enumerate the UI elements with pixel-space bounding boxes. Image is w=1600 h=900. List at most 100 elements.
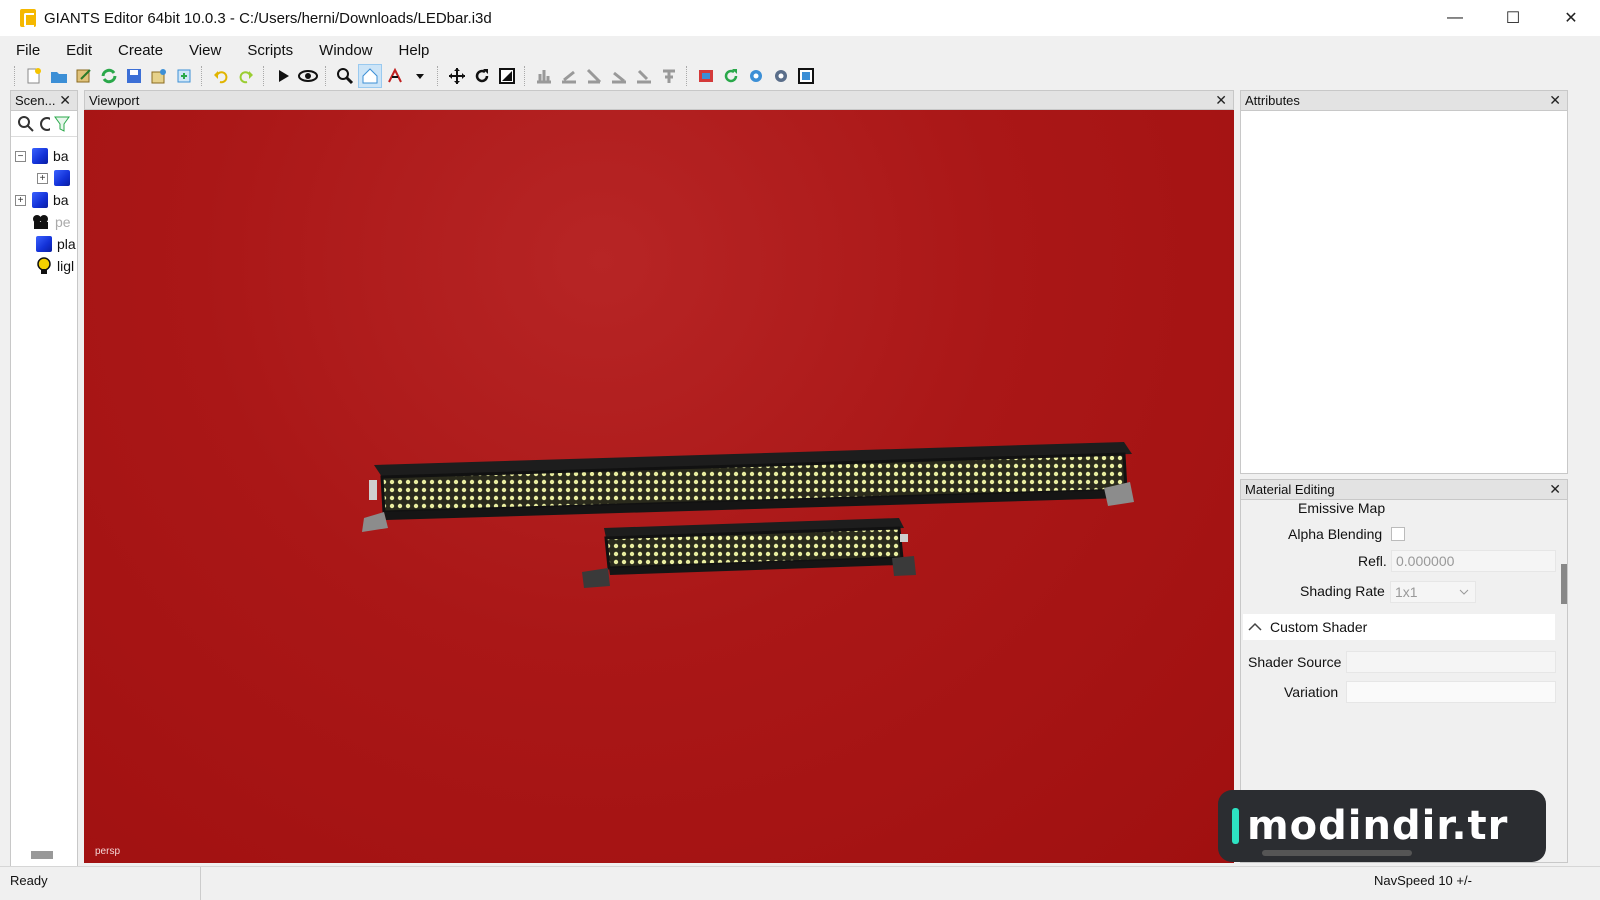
scale-icon[interactable]: [495, 64, 519, 88]
search-options-icon[interactable]: [38, 115, 50, 133]
attributes-close-button[interactable]: ✕: [1549, 92, 1561, 109]
snap-icon[interactable]: [582, 64, 606, 88]
expand-icon[interactable]: +: [37, 172, 48, 184]
short-led-bar: [582, 518, 916, 588]
cube-icon: [54, 170, 70, 186]
status-message: Ready: [10, 873, 48, 888]
led-bar-models: [362, 442, 1134, 588]
rotate-icon[interactable]: [470, 64, 494, 88]
snap-2-icon[interactable]: [607, 64, 631, 88]
toolbar-separator: [325, 66, 329, 86]
toolbar-separator: [14, 66, 18, 86]
tree-node-label: ligl: [57, 258, 75, 274]
tree-node[interactable]: ligl: [36, 255, 74, 277]
reload-icon[interactable]: [719, 64, 743, 88]
eye-icon[interactable]: [296, 64, 320, 88]
settings-2-icon[interactable]: [769, 64, 793, 88]
tree-node-label: ba: [53, 192, 69, 208]
open-folder-icon[interactable]: [47, 64, 71, 88]
custom-shader-label: Custom Shader: [1270, 619, 1368, 635]
window-controls: — ☐ ✕: [1426, 0, 1600, 36]
toolbar-separator: [524, 66, 528, 86]
refresh-icon[interactable]: [97, 64, 121, 88]
watermark-text: modindir.tr: [1247, 803, 1509, 849]
main-toolbar: [10, 62, 1600, 90]
shading-rate-select[interactable]: 1x1: [1390, 581, 1476, 603]
tree-node[interactable]: pla: [32, 233, 76, 255]
tree-node[interactable]: + ba: [15, 189, 69, 211]
search-icon[interactable]: [17, 115, 35, 133]
dropdown-icon[interactable]: [408, 64, 432, 88]
watermark-accent-bar: [1232, 808, 1239, 844]
snap-3-icon[interactable]: [632, 64, 656, 88]
tree-node-label: ba: [53, 148, 69, 164]
menu-window[interactable]: Window: [311, 42, 372, 59]
redo-icon[interactable]: [234, 64, 258, 88]
edit-icon[interactable]: [72, 64, 96, 88]
toolbar-separator: [437, 66, 441, 86]
menu-create[interactable]: Create: [110, 42, 163, 59]
window-title: GIANTS Editor 64bit 10.0.3 - C:/Users/he…: [44, 9, 492, 27]
zoom-icon[interactable]: [333, 64, 357, 88]
expand-icon[interactable]: +: [15, 194, 26, 206]
settings-icon[interactable]: [744, 64, 768, 88]
align-top-icon[interactable]: [532, 64, 556, 88]
alpha-blending-checkbox[interactable]: [1391, 527, 1405, 541]
attributes-panel: Attributes ✕: [1240, 90, 1568, 474]
window-icon[interactable]: [794, 64, 818, 88]
save-icon[interactable]: [122, 64, 146, 88]
tree-node[interactable]: +: [37, 167, 75, 189]
tree-node-label: pe: [55, 214, 71, 230]
distribute-icon[interactable]: [657, 64, 681, 88]
import-icon[interactable]: [172, 64, 196, 88]
shader-source-field[interactable]: [1346, 651, 1556, 673]
camera-label: persp: [95, 846, 121, 857]
scenegraph-close-button[interactable]: ✕: [59, 92, 71, 109]
export-icon[interactable]: [147, 64, 171, 88]
new-file-icon[interactable]: [22, 64, 46, 88]
menu-scripts[interactable]: Scripts: [239, 42, 293, 59]
variation-field[interactable]: [1346, 681, 1556, 703]
title-bar: GIANTS Editor 64bit 10.0.3 - C:/Users/he…: [0, 0, 1600, 36]
tree-node[interactable]: − ba: [15, 145, 69, 167]
shading-rate-label: Shading Rate: [1300, 583, 1385, 599]
undo-icon[interactable]: [209, 64, 233, 88]
chevron-up-icon: [1248, 622, 1262, 631]
shading-rate-value: 1x1: [1395, 584, 1418, 600]
scenegraph-header: Scen... ✕: [11, 91, 77, 111]
menu-edit[interactable]: Edit: [58, 42, 92, 59]
material-editing-close-button[interactable]: ✕: [1549, 481, 1561, 498]
material-icon[interactable]: [694, 64, 718, 88]
giants-editor-app-icon: [20, 9, 36, 27]
menu-help[interactable]: Help: [391, 42, 430, 59]
toolbar-separator: [686, 66, 690, 86]
custom-shader-section-header[interactable]: Custom Shader: [1243, 614, 1555, 640]
toolbar-separator: [263, 66, 267, 86]
tree-node[interactable]: pe: [32, 211, 71, 233]
nav-speed-indicator: NavSpeed 10 +/-: [1374, 873, 1472, 888]
attributes-header: Attributes ✕: [1241, 91, 1567, 111]
paint-icon[interactable]: [383, 64, 407, 88]
material-editing-scrollbar[interactable]: [1561, 564, 1567, 604]
close-button[interactable]: ✕: [1542, 0, 1600, 36]
alpha-blending-label: Alpha Blending: [1288, 526, 1383, 542]
viewport-close-button[interactable]: ✕: [1215, 92, 1227, 109]
shader-source-label: Shader Source: [1248, 654, 1342, 670]
refl-field[interactable]: 0.000000: [1391, 550, 1556, 572]
play-icon[interactable]: [271, 64, 295, 88]
menu-bar: File Edit Create View Scripts Window Hel…: [10, 38, 447, 62]
filter-icon[interactable]: [53, 115, 71, 133]
menu-file[interactable]: File: [10, 42, 40, 59]
home-icon[interactable]: [358, 64, 382, 88]
maximize-button[interactable]: ☐: [1484, 0, 1542, 36]
collapse-icon[interactable]: −: [15, 150, 26, 162]
menu-view[interactable]: View: [181, 42, 221, 59]
chevron-down-icon: [1459, 589, 1469, 595]
variation-label: Variation: [1284, 684, 1339, 700]
align-bottom-icon[interactable]: [557, 64, 581, 88]
scenegraph-scrollbar[interactable]: [31, 851, 53, 859]
viewport-3d[interactable]: persp: [84, 110, 1234, 863]
move-icon[interactable]: [445, 64, 469, 88]
watermark-underline: [1262, 850, 1412, 856]
minimize-button[interactable]: —: [1426, 0, 1484, 36]
